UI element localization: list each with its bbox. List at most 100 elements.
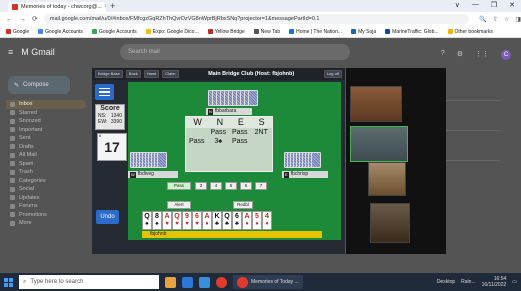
pass-bid-button[interactable]: Pass (167, 182, 191, 190)
bookmark-item[interactable]: Yellow Bridge (207, 29, 245, 35)
sidebar-item[interactable]: Spam (6, 160, 86, 169)
back-button[interactable]: Back (125, 70, 141, 78)
sidebar-item[interactable]: Important (6, 126, 86, 135)
alert-button[interactable]: Alert (167, 201, 191, 209)
playing-card[interactable]: 5 ♦ (252, 211, 262, 230)
playing-card[interactable]: Q ♥ (172, 211, 182, 230)
minimize-button[interactable]: — (472, 1, 479, 9)
clock[interactable]: 16:54 16/11/2022 (482, 276, 507, 288)
bookmark-star-icon[interactable]: ☆ (504, 16, 509, 23)
video-tile-participant[interactable] (370, 203, 410, 243)
system-tray: Desktop Rain... 16:54 16/11/2022 ▭ (437, 276, 521, 288)
sidebar-item[interactable]: Trash (6, 168, 86, 177)
video-tile-participant[interactable] (368, 162, 406, 196)
redouble-button[interactable]: Redbl (233, 201, 253, 209)
url-bar[interactable]: mail.google.com/mail/u/0/#inbox/FMfcgzGq… (43, 14, 470, 24)
account-avatar[interactable]: C (501, 50, 511, 60)
playing-card[interactable]: Q ♣ (222, 211, 232, 230)
bid-level-button[interactable]: 7 (255, 182, 267, 190)
tab-close-icon[interactable]: × (105, 4, 106, 10)
desktop-label[interactable]: Desktop (437, 279, 455, 285)
sidebar-item[interactable]: Promotions (6, 211, 86, 220)
weather-label[interactable]: Rain... (461, 279, 475, 285)
bookmark-item[interactable]: Home | The Nation... (289, 29, 342, 35)
browser-tab[interactable]: Memories of today - chwcorg@... × (8, 2, 106, 12)
card-back (311, 152, 321, 168)
sidebar-item[interactable]: Sent (6, 134, 86, 143)
sidebar-item[interactable]: Updates (6, 194, 86, 203)
sidebar-item[interactable]: Snoozed (6, 117, 86, 126)
tab-search-icon[interactable]: ∨ (455, 1, 460, 9)
chrome-icon[interactable] (216, 276, 227, 288)
sidebar-item[interactable]: More (6, 219, 86, 228)
bridge-base-button[interactable]: Bridge Base (95, 70, 123, 78)
playing-card[interactable]: A ♦ (242, 211, 252, 230)
zoom-icon[interactable]: 🔍 (479, 16, 486, 23)
playing-card[interactable]: A ♦ (202, 211, 212, 230)
sidebar-item[interactable]: Social (6, 185, 86, 194)
bookmark-item[interactable]: MarineTraffic: Glob... (385, 29, 439, 35)
help-icon[interactable]: ? (441, 50, 445, 60)
playing-card[interactable]: 9 ♥ (182, 211, 192, 230)
playing-card[interactable]: K ♣ (212, 211, 222, 230)
bid-level-button[interactable]: 5 (225, 182, 237, 190)
mail-icon[interactable] (182, 276, 193, 288)
playing-card[interactable]: A ♥ (162, 211, 172, 230)
notification-icon[interactable]: ▭ (512, 279, 517, 285)
settings-gear-icon[interactable]: ⚙ (457, 50, 463, 60)
auction-rows: Pass Pass 2NT Pass 3♠ Pass (186, 128, 272, 146)
reload-icon[interactable]: ⟳ (32, 15, 38, 23)
file-explorer-icon[interactable] (165, 276, 176, 288)
apps-grid-icon[interactable]: ⋮⋮ (475, 50, 489, 60)
bid-level-button[interactable]: 6 (240, 182, 252, 190)
windows-start-icon[interactable] (4, 277, 13, 287)
bookmark-item[interactable]: Google Accounts (91, 29, 137, 35)
playing-card[interactable]: 6 ♥ (192, 211, 202, 230)
taskbar-active-window[interactable]: Memories of Today ... (233, 275, 303, 289)
video-tile-participant[interactable] (350, 126, 408, 162)
playing-card[interactable]: 6 ♣ (232, 211, 242, 230)
bookmark-item[interactable]: Google Accounts (38, 29, 83, 35)
log-off-button[interactable]: Log off (323, 70, 342, 78)
bookmark-item[interactable]: My Soja (351, 29, 376, 35)
compose-button[interactable]: ✎ Compose (8, 76, 70, 94)
folder-icon (10, 212, 15, 218)
score-panel: Score NS: 1340 EW: 3390 (95, 104, 125, 130)
new-tab-button[interactable]: + (110, 1, 115, 11)
undo-button[interactable]: Undo (96, 210, 119, 224)
sidebar-item[interactable]: Starred (6, 109, 86, 118)
sidebar-item[interactable]: Inbox (6, 100, 86, 109)
playing-card[interactable]: Q ♠ (142, 211, 152, 230)
gmail-logo[interactable]: M Gmail (21, 47, 55, 57)
sidebar-item[interactable]: Drafts (6, 143, 86, 152)
bookmark-item[interactable]: Other bookmarks (447, 29, 493, 35)
sidebar-item[interactable]: Forums (6, 202, 86, 211)
bid-level-button[interactable]: 3 (195, 182, 207, 190)
taskbar-search-input[interactable]: ⌕ Type here to search (19, 275, 159, 289)
auction-bid: Pass (188, 138, 205, 145)
forward-icon[interactable]: → (19, 16, 26, 23)
sidebar-item[interactable]: All Mail (6, 151, 86, 160)
main-menu-icon[interactable]: ≡ (8, 47, 13, 57)
side-panel-icon[interactable]: ◨ (515, 16, 521, 23)
sidebar-item[interactable]: Categories (6, 177, 86, 186)
playing-card[interactable]: 8 ♠ (152, 211, 162, 230)
hand-button[interactable]: Hand (143, 70, 160, 78)
card-rank: A (244, 213, 250, 220)
bookmark-item[interactable]: Google (6, 29, 29, 35)
bookmark-item[interactable]: New Tab (253, 29, 280, 35)
bookmark-favicon-icon (38, 29, 44, 34)
close-window-button[interactable]: ✕ (509, 1, 515, 9)
edge-icon[interactable] (199, 276, 210, 288)
maximize-button[interactable]: ❐ (491, 1, 497, 9)
share-icon[interactable]: ⇧ (493, 16, 498, 23)
playing-card[interactable]: 4 ♦ (262, 211, 272, 230)
bookmark-item[interactable]: Expo: Google Dico... (145, 29, 199, 35)
gmail-search-input[interactable]: Search mail (120, 44, 350, 60)
bridge-menu-button[interactable] (95, 84, 114, 100)
claim-button[interactable]: Claim (162, 70, 179, 78)
auction-bid: 3♠ (214, 138, 223, 145)
bid-level-button[interactable]: 4 (210, 182, 222, 190)
back-icon[interactable]: ← (6, 16, 13, 23)
video-tile-participant[interactable] (350, 86, 402, 122)
